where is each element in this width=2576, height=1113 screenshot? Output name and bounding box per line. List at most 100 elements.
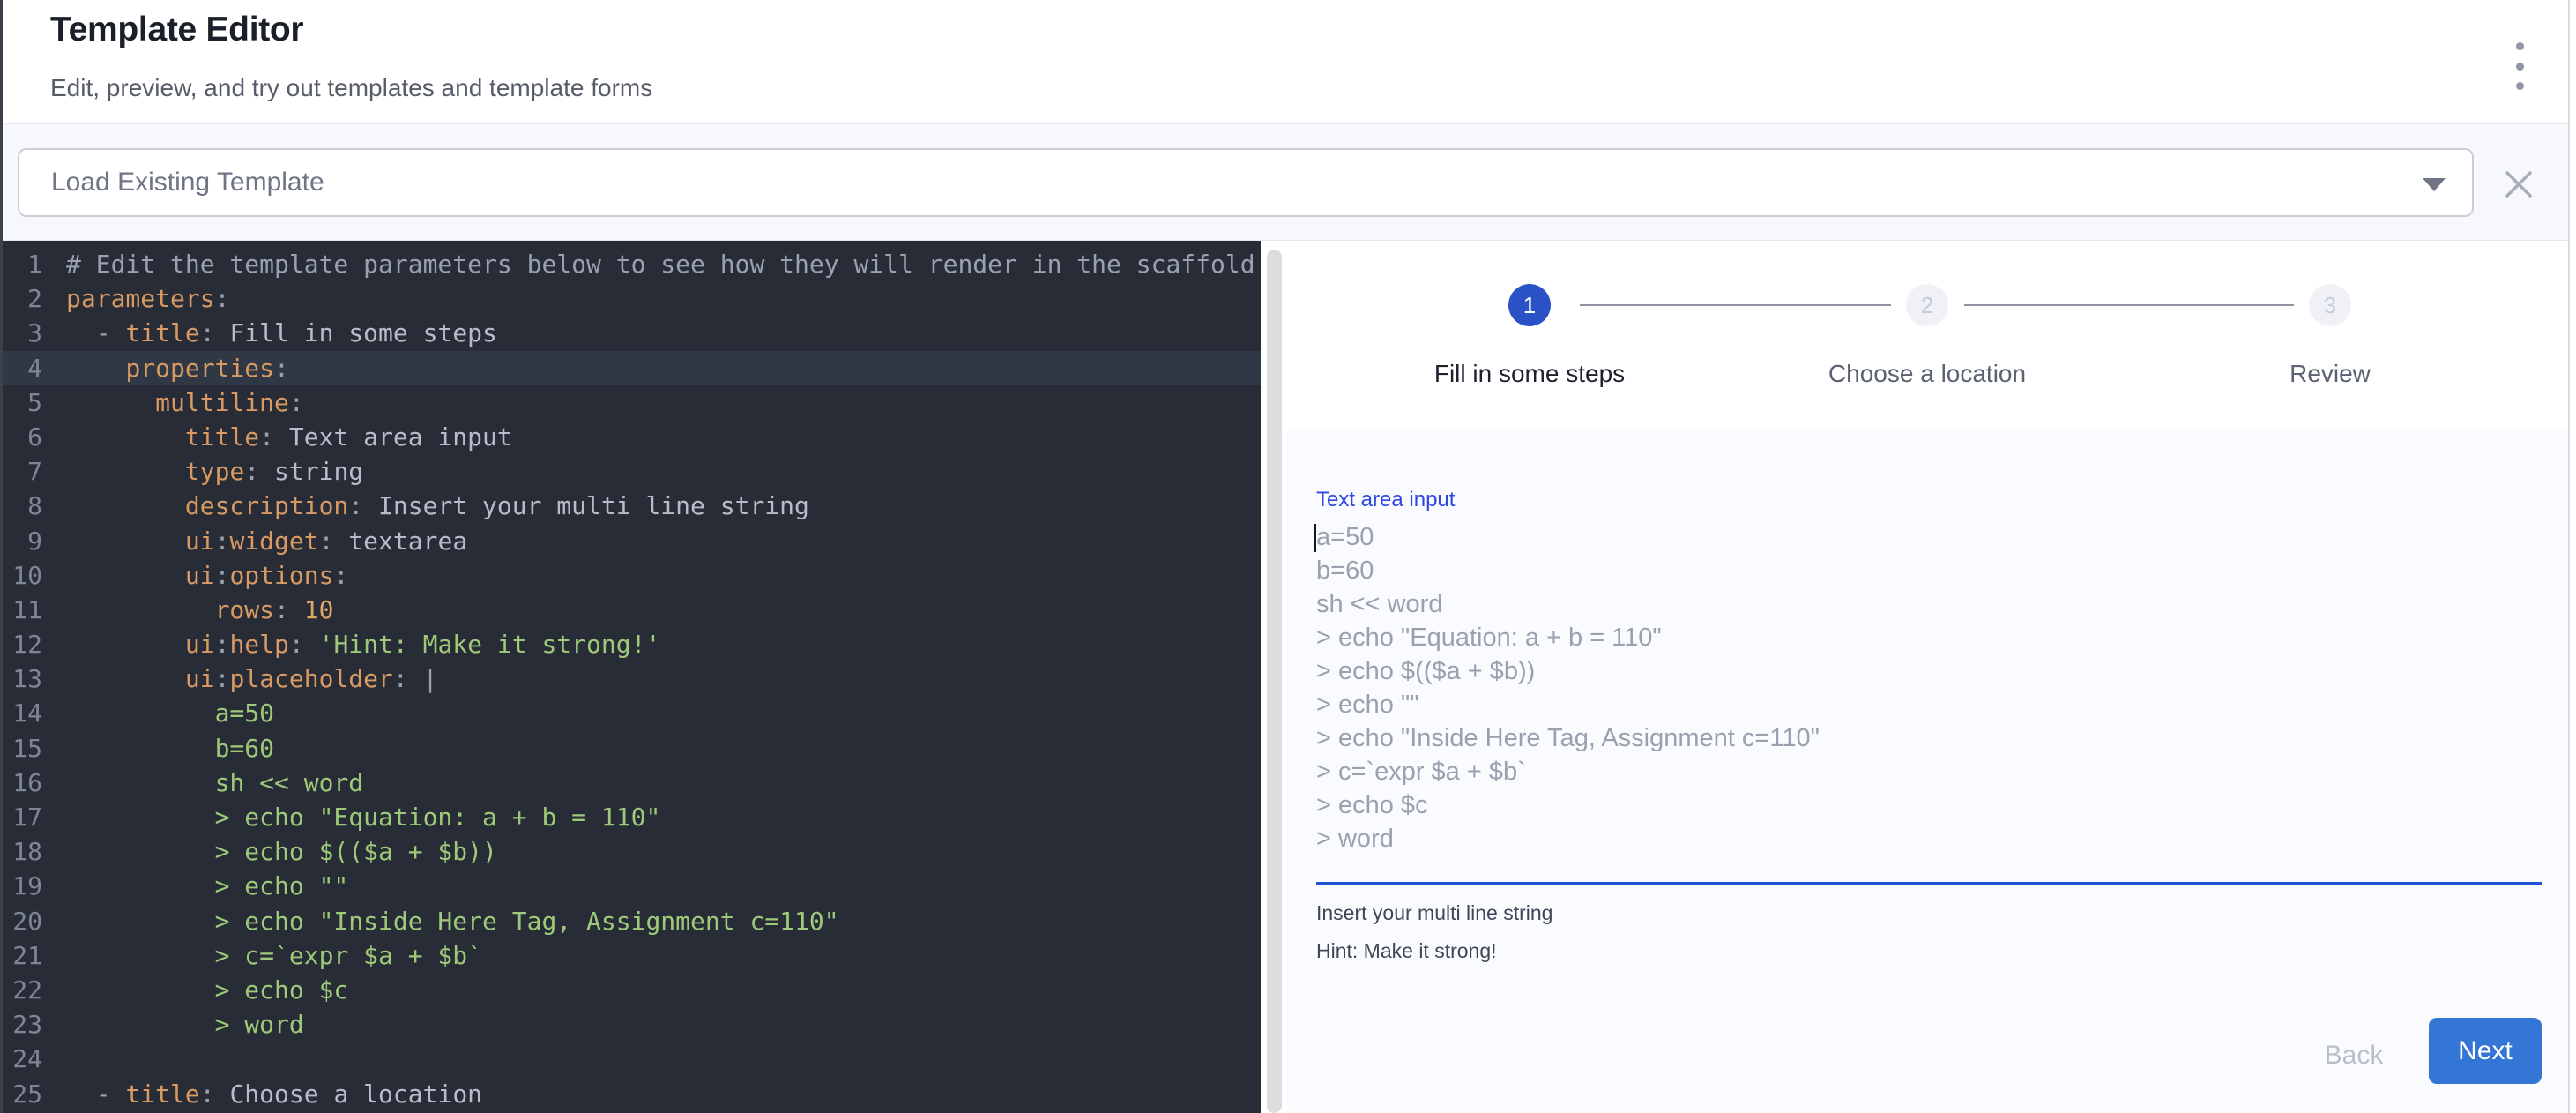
code-text: ui:placeholder: | <box>42 661 437 696</box>
step-1-label: Fill in some steps <box>1434 360 1625 388</box>
code-line-1[interactable]: 1# Edit the template parameters below to… <box>0 247 1261 281</box>
line-number: 18 <box>0 834 42 869</box>
step-2-circle: 2 <box>1906 284 1948 326</box>
page-title: Template Editor <box>50 11 303 49</box>
field-help-text: Hint: Make it strong! <box>1316 939 1497 963</box>
code-text: - title: Choose a location <box>42 1077 482 1111</box>
load-template-select[interactable]: Load Existing Template <box>18 148 2474 217</box>
scrollbar-thumb[interactable] <box>1267 250 1282 1113</box>
step-3-circle: 3 <box>2309 284 2351 326</box>
code-line-5[interactable]: 5 multiline: <box>0 385 1261 420</box>
code-text: a=50 <box>42 696 274 730</box>
kebab-dot <box>2516 82 2524 90</box>
line-number: 10 <box>0 558 42 593</box>
code-text: b=60 <box>42 731 274 766</box>
line-number: 14 <box>0 696 42 730</box>
line-number: 9 <box>0 524 42 558</box>
code-line-9[interactable]: 9 ui:widget: textarea <box>0 524 1261 558</box>
code-text: > echo $(($a + $b)) <box>42 834 497 869</box>
line-number: 8 <box>0 489 42 523</box>
code-line-11[interactable]: 11 rows: 10 <box>0 593 1261 627</box>
code-line-19[interactable]: 19 > echo "" <box>0 869 1261 903</box>
yaml-code-editor[interactable]: 1# Edit the template parameters below to… <box>0 241 1261 1113</box>
step-1-circle: 1 <box>1508 284 1551 326</box>
code-text: # Edit the template parameters below to … <box>42 247 1255 281</box>
line-number: 11 <box>0 593 42 627</box>
code-text: > echo "Inside Here Tag, Assignment c=11… <box>42 904 839 938</box>
code-line-4[interactable]: 4 properties: <box>0 351 1261 385</box>
code-line-3[interactable]: 3 - title: Fill in some steps <box>0 316 1261 350</box>
code-line-2[interactable]: 2parameters: <box>0 281 1261 316</box>
page-header: Template Editor Edit, preview, and try o… <box>0 0 2568 124</box>
code-text: - title: Fill in some steps <box>42 316 497 350</box>
code-text: ui:help: 'Hint: Make it strong!' <box>42 627 660 661</box>
code-line-6[interactable]: 6 title: Text area input <box>0 420 1261 454</box>
line-number: 12 <box>0 627 42 661</box>
code-line-24[interactable]: 24 <box>0 1042 1261 1076</box>
textarea-line: > echo $c <box>1316 788 2542 822</box>
kebab-dot <box>2516 63 2524 71</box>
textarea-focus-underline <box>1316 882 2542 885</box>
code-text: description: Insert your multi line stri… <box>42 489 809 523</box>
textarea-line: > c=`expr $a + $b` <box>1316 755 2542 788</box>
code-line-7[interactable]: 7 type: string <box>0 454 1261 489</box>
code-text: parameters: <box>42 281 229 316</box>
step-connector <box>1580 304 1891 306</box>
code-line-18[interactable]: 18 > echo $(($a + $b)) <box>0 834 1261 869</box>
chevron-down-icon <box>2423 178 2446 191</box>
code-line-13[interactable]: 13 ui:placeholder: | <box>0 661 1261 696</box>
line-number: 20 <box>0 904 42 938</box>
field-description: Insert your multi line string <box>1316 901 1552 925</box>
line-number: 19 <box>0 869 42 903</box>
template-form-panel: Text area input a=50b=60sh << word> echo… <box>1287 430 2568 1113</box>
code-line-17[interactable]: 17 > echo "Equation: a + b = 110" <box>0 800 1261 834</box>
code-line-23[interactable]: 23 > word <box>0 1007 1261 1042</box>
line-number: 4 <box>0 351 42 385</box>
code-text: title: Text area input <box>42 420 512 454</box>
back-button[interactable]: Back <box>2301 1035 2407 1075</box>
textarea-input[interactable]: a=50b=60sh << word> echo "Equation: a + … <box>1316 520 2542 855</box>
code-line-21[interactable]: 21 > c=`expr $a + $b` <box>0 938 1261 973</box>
editor-scrollbar[interactable] <box>1261 241 1287 1113</box>
code-text: ui:options: <box>42 558 348 593</box>
line-number: 5 <box>0 385 42 420</box>
code-line-10[interactable]: 10 ui:options: <box>0 558 1261 593</box>
line-number: 21 <box>0 938 42 973</box>
kebab-dot <box>2516 42 2524 50</box>
window-left-edge <box>0 0 3 1113</box>
code-text: > echo "Equation: a + b = 110" <box>42 800 660 834</box>
code-text: type: string <box>42 454 363 489</box>
code-text: rows: 10 <box>42 593 333 627</box>
code-line-8[interactable]: 8 description: Insert your multi line st… <box>0 489 1261 523</box>
textarea-line: > echo $(($a + $b)) <box>1316 654 2542 688</box>
code-line-22[interactable]: 22 > echo $c <box>0 973 1261 1007</box>
textarea-line: b=60 <box>1316 554 2542 587</box>
line-number: 13 <box>0 661 42 696</box>
line-number: 15 <box>0 731 42 766</box>
line-number: 3 <box>0 316 42 350</box>
code-line-20[interactable]: 20 > echo "Inside Here Tag, Assignment c… <box>0 904 1261 938</box>
line-number: 23 <box>0 1007 42 1042</box>
code-text: > word <box>42 1007 304 1042</box>
line-number: 6 <box>0 420 42 454</box>
code-line-16[interactable]: 16 sh << word <box>0 766 1261 800</box>
code-line-25[interactable]: 25 - title: Choose a location <box>0 1077 1261 1111</box>
kebab-menu-icon[interactable] <box>2502 41 2537 92</box>
code-text <box>42 1042 66 1076</box>
code-line-12[interactable]: 12 ui:help: 'Hint: Make it strong!' <box>0 627 1261 661</box>
textarea-line: a=50 <box>1316 520 2542 554</box>
line-number: 24 <box>0 1042 42 1076</box>
next-button[interactable]: Next <box>2429 1018 2542 1084</box>
code-line-15[interactable]: 15 b=60 <box>0 731 1261 766</box>
line-number: 22 <box>0 973 42 1007</box>
line-number: 17 <box>0 800 42 834</box>
field-label: Text area input <box>1316 488 1455 512</box>
step-connector <box>1964 304 2294 306</box>
load-template-bar: Load Existing Template <box>0 124 2568 241</box>
line-number: 25 <box>0 1077 42 1111</box>
code-line-14[interactable]: 14 a=50 <box>0 696 1261 730</box>
page-subtitle: Edit, preview, and try out templates and… <box>50 74 652 102</box>
textarea-placeholder: a=50b=60sh << word> echo "Equation: a + … <box>1316 520 2542 855</box>
textarea-line: sh << word <box>1316 587 2542 621</box>
clear-template-button[interactable] <box>2498 163 2540 205</box>
